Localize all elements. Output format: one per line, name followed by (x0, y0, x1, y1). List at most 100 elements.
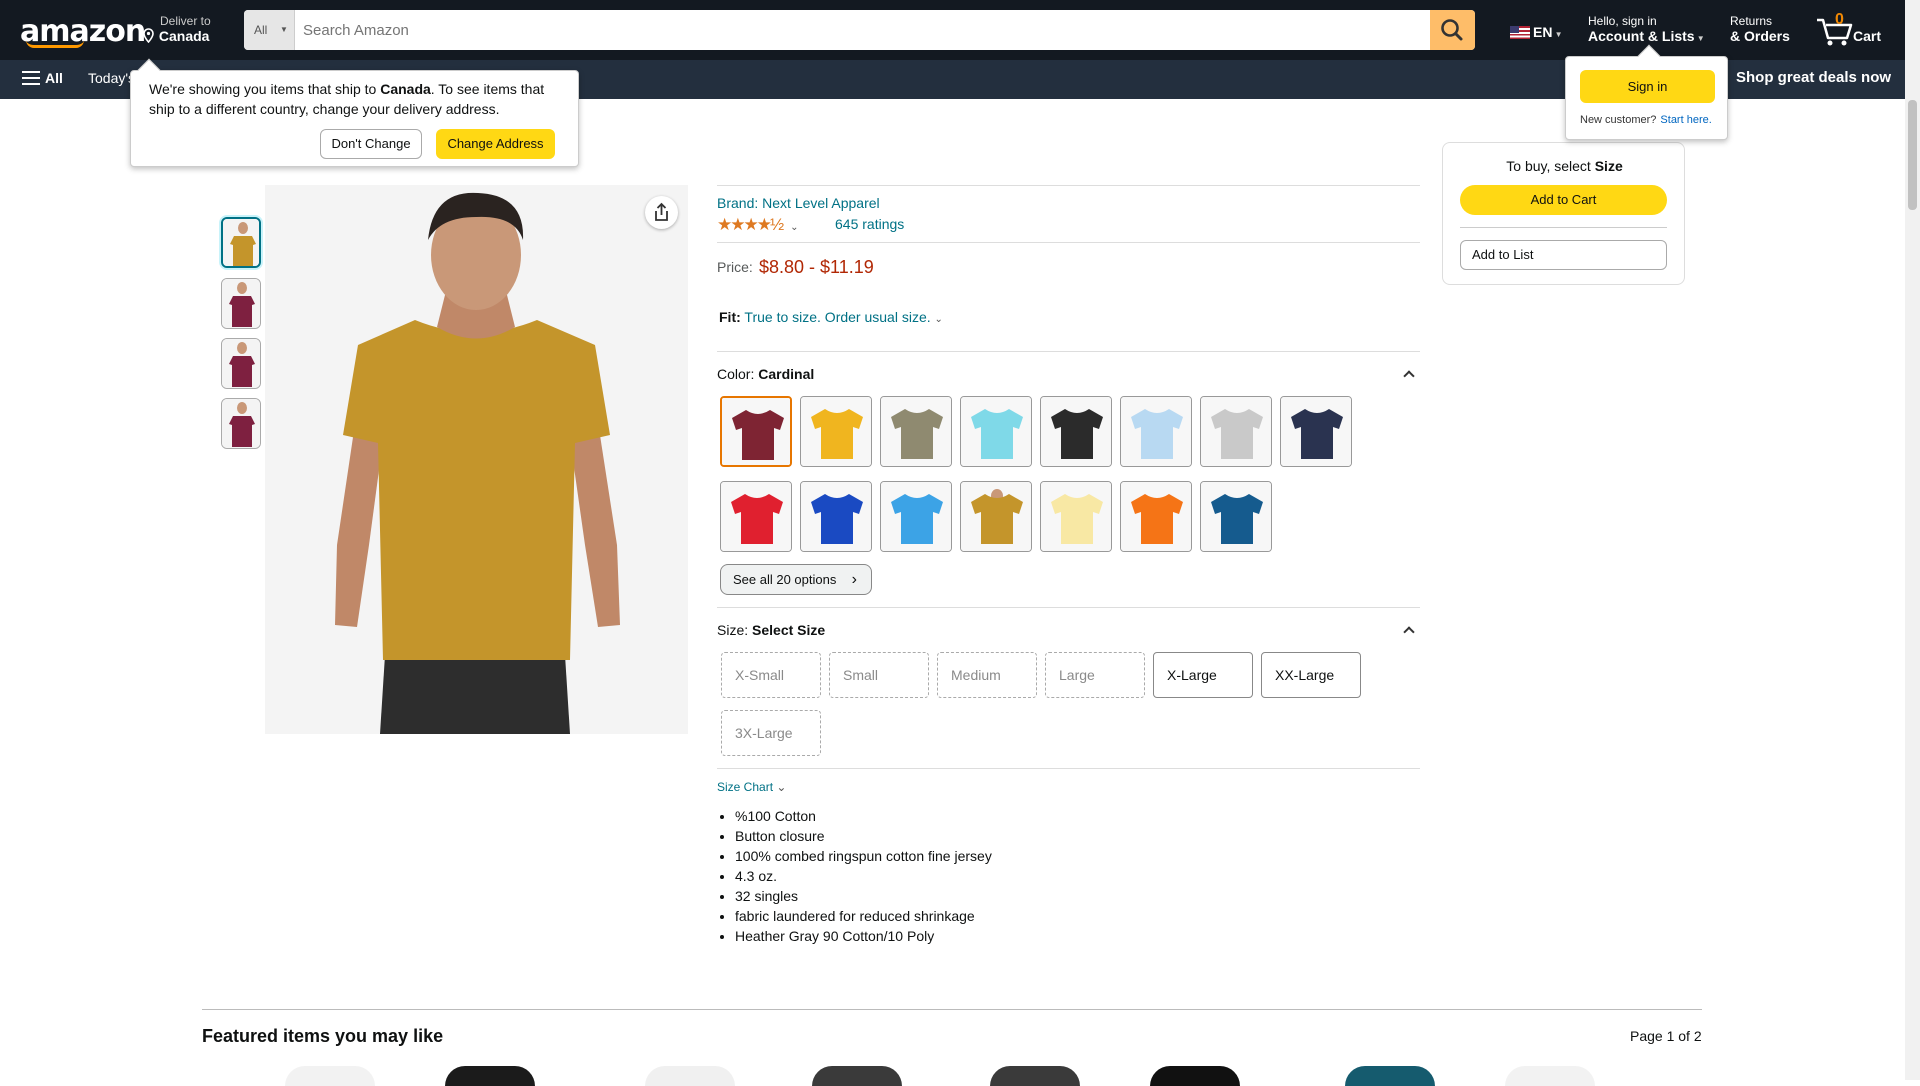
selected-size: Select Size (752, 622, 826, 638)
account-lists-text: Account & Lists (1588, 28, 1695, 44)
color-section-label: Color: Cardinal (717, 366, 814, 382)
tshirt-swatch-icon (1201, 482, 1271, 551)
color-swatch[interactable] (880, 396, 952, 467)
collapse-color-icon[interactable] (1403, 370, 1415, 382)
featured-item-image[interactable] (1505, 1066, 1595, 1086)
product-thumbnail[interactable] (221, 278, 261, 329)
color-swatch[interactable] (1040, 481, 1112, 552)
us-flag-icon (1510, 26, 1530, 39)
feature-bullet: 100% combed ringspun cotton fine jersey (735, 846, 992, 866)
color-swatch[interactable] (960, 481, 1032, 552)
star-rating-icon: ★★★★½ (717, 215, 784, 234)
brand-link[interactable]: Brand: Next Level Apparel (717, 195, 880, 211)
star-rating[interactable]: ★★★★½ ⌄ (717, 215, 799, 235)
size-option[interactable]: 3X-Large (721, 710, 821, 756)
color-swatch[interactable] (1120, 481, 1192, 552)
new-customer-text: New customer? Start here. (1580, 114, 1712, 126)
size-option[interactable]: Large (1045, 652, 1145, 698)
fit-info[interactable]: Fit: True to size. Order usual size. ⌄ (719, 309, 943, 325)
featured-item-image[interactable] (445, 1066, 535, 1086)
add-to-list-button[interactable]: Add to List (1460, 240, 1667, 270)
color-swatch[interactable] (800, 396, 872, 467)
dont-change-button[interactable]: Don't Change (320, 129, 422, 159)
returns-orders-link[interactable]: Returns & Orders (1730, 14, 1790, 44)
cart-button[interactable]: 0 Cart (1815, 11, 1885, 48)
scrollbar-thumb[interactable] (1908, 100, 1917, 210)
color-swatch[interactable] (880, 481, 952, 552)
size-option[interactable]: X-Large (1153, 652, 1253, 698)
featured-item-image[interactable] (1150, 1066, 1240, 1086)
tshirt-swatch-icon (961, 482, 1031, 551)
ratings-count-link[interactable]: 645 ratings (835, 216, 904, 232)
color-swatch[interactable] (1280, 396, 1352, 467)
ship-to-popover: We're showing you items that ship to Can… (130, 58, 579, 167)
buy-instruction-size: Size (1594, 158, 1623, 174)
size-chart-link[interactable]: Size Chart ⌄ (717, 780, 786, 794)
dropdown-caret-icon: ▼ (1552, 30, 1563, 39)
dropdown-caret-icon: ▼ (1694, 34, 1705, 43)
cart-count: 0 (1835, 11, 1844, 28)
search-input[interactable] (295, 10, 1415, 50)
tshirt-icon (223, 219, 259, 266)
divider (717, 768, 1420, 769)
color-swatch[interactable] (1040, 396, 1112, 467)
see-all-options-button[interactable]: See all 20 options › (720, 564, 872, 595)
search-submit-button[interactable] (1430, 10, 1475, 50)
color-swatch[interactable] (960, 396, 1032, 467)
product-thumbnail[interactable] (221, 338, 261, 389)
color-swatch[interactable] (1200, 481, 1272, 552)
shop-deals-link[interactable]: Shop great deals now (1736, 69, 1891, 86)
account-lists-menu[interactable]: Hello, sign in Account & Lists ▼ (1588, 14, 1705, 44)
chevron-down-icon: ⌄ (776, 780, 787, 794)
todays-deals-link[interactable]: Today's (88, 70, 135, 86)
color-swatch[interactable] (720, 481, 792, 552)
location-pin-icon (143, 28, 154, 44)
color-swatch[interactable] (1120, 396, 1192, 467)
orders-label: & Orders (1730, 28, 1790, 44)
tshirt-swatch-icon (881, 482, 951, 551)
size-option[interactable]: X-Small (721, 652, 821, 698)
color-swatch[interactable] (800, 481, 872, 552)
fit-label: Fit: (719, 309, 741, 325)
featured-item-image[interactable] (990, 1066, 1080, 1086)
sign-in-button[interactable]: Sign in (1580, 70, 1715, 103)
language-selector[interactable]: EN ▼ (1510, 24, 1563, 40)
ship-to-message: We're showing you items that ship to Can… (149, 79, 569, 119)
feature-bullet: 32 singles (735, 886, 992, 906)
ship-msg-part1: We're showing you items that ship to (149, 81, 381, 97)
divider (202, 1009, 1702, 1010)
tshirt-swatch-icon (1041, 482, 1111, 551)
featured-item-image[interactable] (645, 1066, 735, 1086)
size-option[interactable]: Medium (937, 652, 1037, 698)
featured-item-image[interactable] (812, 1066, 902, 1086)
featured-item-image[interactable] (285, 1066, 375, 1086)
buy-box: To buy, select Size Add to Cart Add to L… (1442, 142, 1685, 285)
top-header: amazon Deliver to Canada All ▼ EN ▼ Hell… (0, 0, 1905, 60)
all-menu-button[interactable]: All (22, 70, 63, 86)
feature-bullet: fabric laundered for reduced shrinkage (735, 906, 992, 926)
product-thumbnail[interactable] (221, 398, 261, 449)
main-product-image[interactable] (265, 185, 688, 734)
tshirt-swatch-icon (721, 482, 791, 551)
language-label: EN (1533, 24, 1553, 40)
color-swatch[interactable] (720, 396, 792, 467)
size-option[interactable]: XX-Large (1261, 652, 1361, 698)
add-to-cart-button[interactable]: Add to Cart (1460, 185, 1667, 215)
search-department-select[interactable]: All ▼ (244, 10, 295, 50)
collapse-size-icon[interactable] (1403, 626, 1415, 638)
new-customer-label: New customer? (1580, 114, 1657, 126)
color-swatch[interactable] (1200, 396, 1272, 467)
size-chart-label: Size Chart (717, 780, 774, 794)
featured-item-image[interactable] (1345, 1066, 1435, 1086)
tshirt-swatch-icon (722, 398, 790, 465)
share-button[interactable] (645, 196, 678, 229)
product-thumbnail[interactable] (221, 217, 261, 268)
account-greeting: Hello, sign in (1588, 14, 1657, 28)
start-here-link[interactable]: Start here. (1660, 114, 1711, 126)
deliver-to-button[interactable]: Deliver to Canada (142, 14, 211, 44)
change-address-button[interactable]: Change Address (436, 129, 555, 159)
see-all-options-label: See all 20 options (733, 572, 837, 587)
deliver-to-label: Deliver to (160, 14, 211, 28)
size-option[interactable]: Small (829, 652, 929, 698)
model-tshirt-image (265, 185, 688, 734)
